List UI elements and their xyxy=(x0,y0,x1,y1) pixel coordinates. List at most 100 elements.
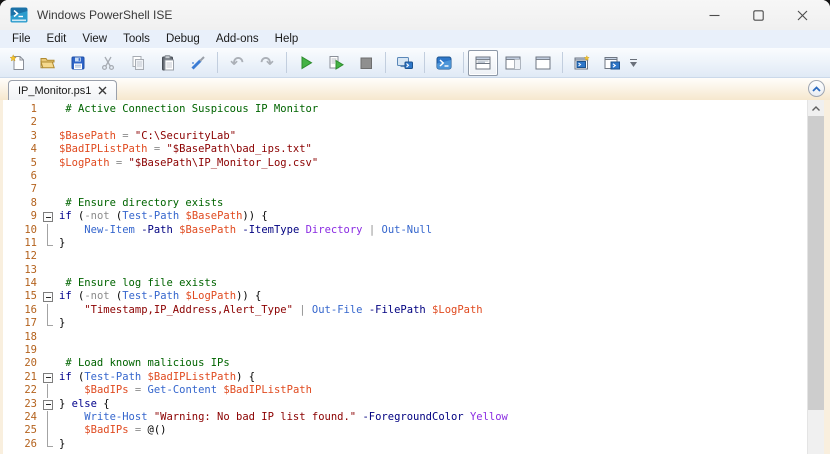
undo-button[interactable]: ↶ xyxy=(222,50,252,76)
new-file-icon xyxy=(9,53,24,70)
fold-guide xyxy=(43,236,59,250)
line-number: 12 xyxy=(24,250,37,263)
menu-help[interactable]: Help xyxy=(267,30,307,48)
code-text[interactable]: New-Item -Path $BasePath -ItemType Direc… xyxy=(59,224,807,237)
code-line: 7 xyxy=(3,183,807,196)
code-text[interactable]: $BadIPs = Get-Content $BadIPListPath xyxy=(59,384,807,397)
new-remote-powershell-tab-button[interactable] xyxy=(390,50,420,76)
code-text[interactable] xyxy=(59,170,807,183)
paste-button[interactable] xyxy=(153,50,183,76)
start-powershell-button[interactable] xyxy=(429,50,459,76)
show-script-pane-maximized-button[interactable] xyxy=(528,50,558,76)
maximize-button[interactable] xyxy=(736,1,780,29)
code-text[interactable]: $BadIPListPath = "$BasePath\bad_ips.txt" xyxy=(59,143,807,156)
clear-console-button[interactable] xyxy=(183,50,213,76)
fold-collapse-button[interactable] xyxy=(43,371,59,384)
tab-close-icon[interactable] xyxy=(98,86,107,95)
title-bar[interactable]: Windows PowerShell ISE xyxy=(0,0,830,30)
fold-collapse-button[interactable] xyxy=(43,290,59,303)
redo-button[interactable]: ↷ xyxy=(252,50,282,76)
code-text[interactable]: $BadIPs = @() xyxy=(59,424,807,437)
code-line: 25 $BadIPs = @() xyxy=(3,424,807,439)
menu-debug[interactable]: Debug xyxy=(158,30,208,48)
powershell-console-icon xyxy=(436,56,452,69)
open-script-button[interactable] xyxy=(33,50,63,76)
chevron-down-icon xyxy=(630,61,637,67)
code-text[interactable] xyxy=(59,264,807,277)
code-pane[interactable]: 1 # Active Connection Suspicous IP Monit… xyxy=(3,100,807,454)
save-button[interactable] xyxy=(63,50,93,76)
run-script-button[interactable] xyxy=(291,50,321,76)
vertical-scrollbar[interactable] xyxy=(807,100,824,454)
code-text[interactable]: } xyxy=(59,438,807,451)
scrollbar-thumb[interactable] xyxy=(808,116,824,410)
code-text[interactable]: } else { xyxy=(59,398,807,411)
fold-collapse-button[interactable] xyxy=(43,210,59,223)
menu-file[interactable]: File xyxy=(4,30,39,48)
code-line: 22 $BadIPs = Get-Content $BadIPListPath xyxy=(3,384,807,398)
code-text[interactable]: if (Test-Path $BadIPListPath) { xyxy=(59,371,807,384)
run-selection-button[interactable] xyxy=(321,50,351,76)
redo-icon: ↷ xyxy=(260,52,274,72)
fold-guide xyxy=(43,183,59,196)
menu-edit[interactable]: Edit xyxy=(39,30,75,48)
code-text[interactable]: $LogPath = "$BasePath\IP_Monitor_Log.csv… xyxy=(59,157,807,170)
code-line: 3 $BasePath = "C:\SecurityLab" xyxy=(3,130,807,143)
code-line: 17} xyxy=(3,317,807,330)
line-number: 19 xyxy=(24,344,37,357)
fold-collapse-button[interactable] xyxy=(43,398,59,411)
toolbar-separator xyxy=(424,52,425,73)
menu-view[interactable]: View xyxy=(74,30,115,48)
code-text[interactable] xyxy=(59,331,807,344)
code-line: 18 xyxy=(3,331,807,344)
minimize-button[interactable] xyxy=(692,1,736,29)
line-number: 23 xyxy=(24,397,37,410)
toolbar-separator xyxy=(217,52,218,73)
menu-add-ons[interactable]: Add-ons xyxy=(208,30,267,48)
toolbar-separator xyxy=(463,52,464,73)
undo-icon: ↶ xyxy=(230,52,244,72)
overflow-bar xyxy=(630,58,637,60)
code-text[interactable]: if (-not (Test-Path $LogPath)) { xyxy=(59,290,807,303)
code-text[interactable]: "Timestamp,IP_Address,Alert_Type" | Out-… xyxy=(59,304,807,317)
code-text[interactable]: $BasePath = "C:\SecurityLab" xyxy=(59,130,807,143)
code-text[interactable]: # Active Connection Suspicous IP Monitor xyxy=(59,103,807,116)
toolbar-overflow-button[interactable] xyxy=(630,58,637,67)
code-text[interactable]: } xyxy=(59,317,807,330)
code-text[interactable]: # Load known malicious IPs xyxy=(59,357,807,370)
show-script-pane-new-window-button[interactable] xyxy=(597,50,627,76)
code-text[interactable] xyxy=(59,344,807,357)
code-text[interactable] xyxy=(59,116,807,129)
line-number: 5 xyxy=(30,156,37,169)
new-powershell-tab-button[interactable] xyxy=(567,50,597,76)
menu-tools[interactable]: Tools xyxy=(115,30,158,48)
scrollbar-up-button[interactable] xyxy=(808,100,824,116)
close-button[interactable] xyxy=(780,1,824,29)
scissors-icon xyxy=(101,56,115,70)
script-pane-top-icon xyxy=(475,56,491,69)
code-text[interactable]: } xyxy=(59,237,807,250)
cut-button[interactable] xyxy=(93,50,123,76)
tab-ip-monitor[interactable]: IP_Monitor.ps1 xyxy=(8,80,118,100)
new-script-button[interactable] xyxy=(3,50,33,76)
code-text[interactable]: if (-not (Test-Path $BasePath)) { xyxy=(59,210,807,223)
code-line: 19 xyxy=(3,344,807,357)
stop-operation-button[interactable] xyxy=(351,50,381,76)
code-line: 10 New-Item -Path $BasePath -ItemType Di… xyxy=(3,223,807,238)
line-number: 6 xyxy=(30,169,37,182)
copy-button[interactable] xyxy=(123,50,153,76)
code-text[interactable] xyxy=(59,183,807,196)
toolbar-separator xyxy=(286,52,287,73)
code-text[interactable] xyxy=(59,250,807,263)
line-number: 3 xyxy=(30,129,37,142)
fold-guide xyxy=(43,437,59,451)
powershell-ise-window: Windows PowerShell ISE File Edit View To… xyxy=(0,0,830,454)
fold-guide xyxy=(43,157,59,170)
show-script-pane-right-button[interactable] xyxy=(498,50,528,76)
code-text[interactable]: Write-Host "Warning: No bad IP list foun… xyxy=(59,411,807,424)
code-text[interactable]: # Ensure log file exists xyxy=(59,277,807,290)
code-text[interactable]: # Ensure directory exists xyxy=(59,197,807,210)
fold-guide xyxy=(43,170,59,183)
collapse-script-pane-button[interactable] xyxy=(808,80,825,97)
show-script-pane-top-button[interactable] xyxy=(468,49,498,76)
